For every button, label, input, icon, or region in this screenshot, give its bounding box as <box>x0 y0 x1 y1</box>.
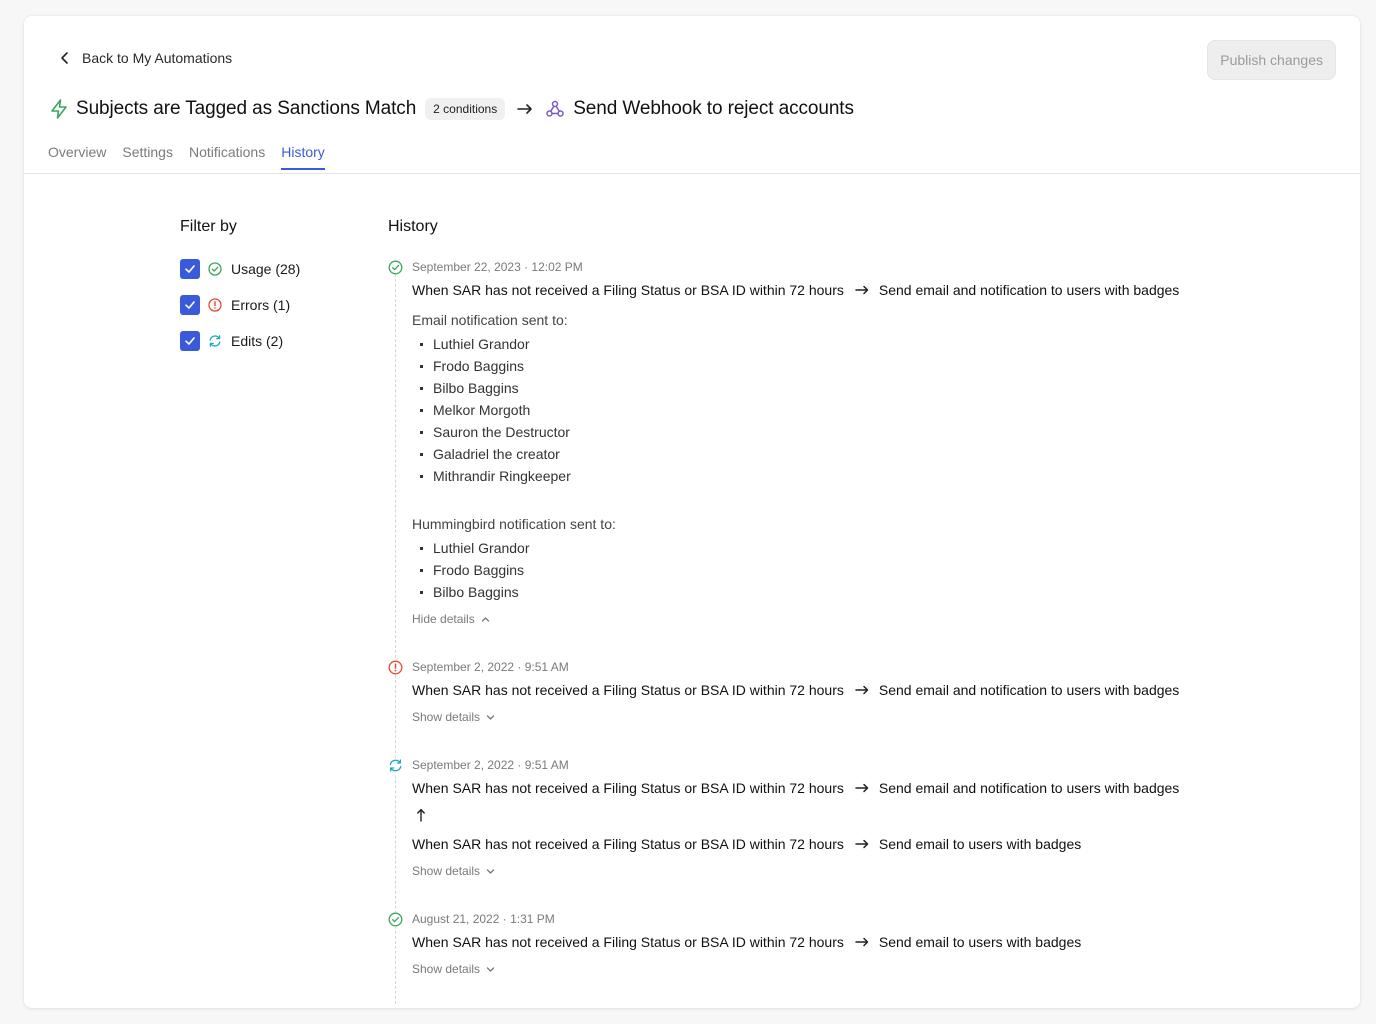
toggle-label: Show details <box>412 864 481 878</box>
rule-condition: When SAR has not received a Filing Statu… <box>412 682 844 698</box>
filter-errors[interactable]: Errors (1) <box>180 295 290 315</box>
arrow-up-icon <box>417 808 425 822</box>
entry-date: September 2, 2022 · 9:51 AM <box>412 660 569 674</box>
errors-checkbox[interactable] <box>180 295 200 315</box>
check-circle-icon <box>388 260 403 275</box>
toggle-label: Show details <box>412 962 481 976</box>
chevron-left-icon <box>61 52 68 64</box>
list-item: Luthiel Grandor <box>420 336 530 352</box>
history-title: History <box>388 218 438 235</box>
checkmark-icon <box>185 265 195 273</box>
arrow-right-icon <box>855 839 869 849</box>
rule-condition: When SAR has not received a Filing Statu… <box>412 780 844 796</box>
alert-circle-icon <box>208 298 222 312</box>
timeline-line <box>395 274 396 1004</box>
tab-bar: Overview Settings Notifications History <box>48 144 325 170</box>
alert-circle-icon <box>388 660 403 675</box>
tab-notifications[interactable]: Notifications <box>189 144 265 170</box>
checkmark-icon <box>185 337 195 345</box>
lightning-bolt-icon <box>51 99 67 119</box>
chevron-up-icon <box>481 616 489 622</box>
hide-details-toggle[interactable]: Hide details <box>412 612 490 626</box>
back-link[interactable]: Back to My Automations <box>58 50 232 66</box>
show-details-toggle[interactable]: Show details <box>412 962 495 976</box>
entry-rule-new: When SAR has not received a Filing Statu… <box>412 780 1179 796</box>
conditions-badge[interactable]: 2 conditions <box>425 98 506 120</box>
rule-action: Send email and notification to users wit… <box>878 282 1180 298</box>
list-item: Mithrandir Ringkeeper <box>420 468 571 484</box>
show-details-toggle[interactable]: Show details <box>412 864 495 878</box>
filter-edits[interactable]: Edits (2) <box>180 331 283 351</box>
usage-checkbox[interactable] <box>180 259 200 279</box>
arrow-right-icon <box>855 685 869 695</box>
refresh-icon <box>209 335 221 347</box>
rule-condition: When SAR has not received a Filing Statu… <box>412 836 844 852</box>
edits-checkbox[interactable] <box>180 331 200 351</box>
arrow-right-icon <box>517 104 533 114</box>
rule-action: Send email to users with badges <box>878 836 1082 852</box>
filter-edits-label: Edits (2) <box>231 333 284 349</box>
chevron-down-icon <box>486 714 495 720</box>
publish-changes-button[interactable]: Publish changes <box>1207 40 1336 80</box>
email-recipients-label: Email notification sent to: <box>412 312 568 328</box>
entry-date: August 21, 2022 · 1:31 PM <box>412 912 555 926</box>
rule-condition: When SAR has not received a Filing Statu… <box>412 934 844 950</box>
rule-condition: When SAR has not received a Filing Statu… <box>412 282 844 298</box>
list-item: Galadriel the creator <box>420 446 560 462</box>
list-item: Frodo Baggins <box>420 358 524 374</box>
refresh-icon <box>388 758 403 773</box>
tab-overview[interactable]: Overview <box>48 144 106 170</box>
automation-card: Back to My Automations Publish changes S… <box>24 16 1360 1008</box>
list-item: Bilbo Baggins <box>420 584 519 600</box>
entry-rule: When SAR has not received a Filing Statu… <box>412 934 1081 950</box>
action-title: Send Webhook to reject accounts <box>573 98 854 119</box>
rule-action: Send email to users with badges <box>878 934 1082 950</box>
tab-settings[interactable]: Settings <box>122 144 173 170</box>
chevron-down-icon <box>486 966 495 972</box>
tab-divider <box>24 173 1360 174</box>
hummingbird-recipients-label: Hummingbird notification sent to: <box>412 516 616 532</box>
tab-history[interactable]: History <box>281 144 325 170</box>
list-item: Luthiel Grandor <box>420 540 530 556</box>
entry-date: September 2, 2022 · 9:51 AM <box>412 758 569 772</box>
arrow-right-icon <box>855 285 869 295</box>
checkmark-icon <box>185 301 195 309</box>
rule-action: Send email and notification to users wit… <box>878 780 1180 796</box>
entry-rule: When SAR has not received a Filing Statu… <box>412 682 1179 698</box>
toggle-label: Hide details <box>412 612 475 626</box>
filter-usage[interactable]: Usage (28) <box>180 259 300 279</box>
chevron-down-icon <box>486 868 495 874</box>
list-item: Frodo Baggins <box>420 562 524 578</box>
rule-action: Send email and notification to users wit… <box>878 682 1180 698</box>
entry-rule: When SAR has not received a Filing Statu… <box>412 282 1179 298</box>
show-details-toggle[interactable]: Show details <box>412 710 495 724</box>
automation-title-row: Subjects are Tagged as Sanctions Match 2… <box>48 96 854 122</box>
trigger-title: Subjects are Tagged as Sanctions Match <box>76 98 417 119</box>
check-circle-icon <box>388 912 403 927</box>
entry-date: September 22, 2023 · 12:02 PM <box>412 260 583 274</box>
check-circle-icon <box>208 262 222 276</box>
list-item: Sauron the Destructor <box>420 424 570 440</box>
filter-title: Filter by <box>180 218 237 235</box>
filter-usage-label: Usage (28) <box>231 261 301 277</box>
list-item: Melkor Morgoth <box>420 402 530 418</box>
filter-errors-label: Errors (1) <box>231 297 291 313</box>
back-link-label: Back to My Automations <box>82 50 233 66</box>
entry-rule-previous: When SAR has not received a Filing Statu… <box>412 836 1081 852</box>
webhook-icon <box>546 100 564 117</box>
arrow-right-icon <box>855 783 869 793</box>
list-item: Bilbo Baggins <box>420 380 519 396</box>
arrow-right-icon <box>855 937 869 947</box>
toggle-label: Show details <box>412 710 481 724</box>
